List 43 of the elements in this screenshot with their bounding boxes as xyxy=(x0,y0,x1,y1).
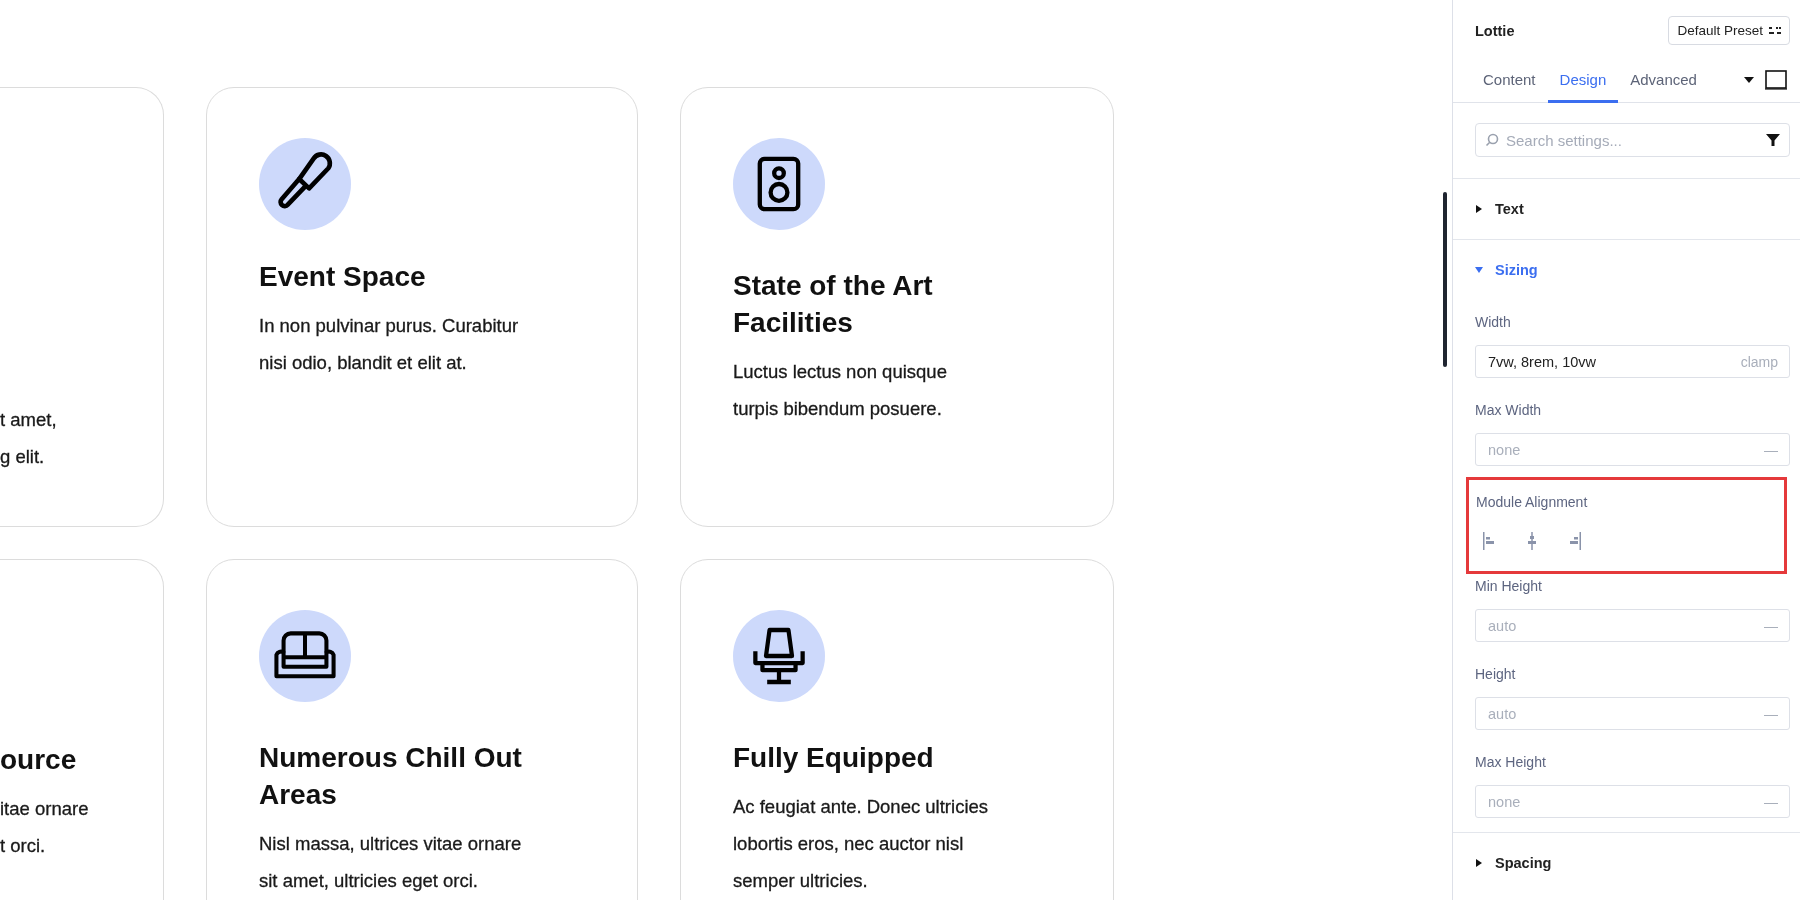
field-label: Max Height xyxy=(1475,754,1547,771)
preset-icon xyxy=(1769,25,1781,36)
field-label: Min Height xyxy=(1475,578,1543,595)
field-label: Width xyxy=(1475,314,1512,331)
caret-icon[interactable] xyxy=(1744,76,1754,83)
sofa-icon xyxy=(274,631,336,681)
card-description: In non pulvinar purus. Curabitur nisi odio, blandit et elit at. xyxy=(259,314,520,375)
search-icon xyxy=(1485,133,1499,147)
office-chair-icon xyxy=(753,625,805,687)
card-title: Numerous Chill Out Areas xyxy=(259,741,523,812)
speaker-icon xyxy=(755,155,803,213)
unit-label: — xyxy=(1764,793,1778,810)
card-description: Ac feugiat ante. Donec ultricies lobortis eros, nec auctor nisl semper ultricies. xyxy=(733,795,990,893)
caret-right-icon xyxy=(1475,859,1483,867)
panel-tab[interactable]: Design xyxy=(1547,57,1619,103)
card-description: t amet, g elit. xyxy=(0,408,58,469)
card-title: ource xyxy=(0,743,78,777)
card-title: Event Space xyxy=(259,260,427,294)
section-header[interactable]: Text xyxy=(1453,179,1800,239)
section-header[interactable]: Sizing xyxy=(1453,240,1800,300)
unit-label: clamp xyxy=(1740,353,1778,370)
field-label: Max Width xyxy=(1475,402,1543,419)
card-description: itae ornare t orci. xyxy=(0,797,90,858)
unit-label: — xyxy=(1764,617,1778,634)
square-icon[interactable] xyxy=(1764,69,1788,90)
search-field[interactable]: Search settings... xyxy=(1475,123,1790,157)
caret-right-icon xyxy=(1475,205,1483,213)
card-title: State of the Art Facilities xyxy=(733,269,934,340)
caret-down-icon xyxy=(1475,266,1483,274)
unit-label: — xyxy=(1764,705,1778,722)
card-description: Luctus lectus non quisque turpis bibendum posuere. xyxy=(733,360,948,421)
section-header[interactable]: Spacing xyxy=(1453,833,1800,893)
field-label: Height xyxy=(1475,666,1517,683)
panel-tab[interactable]: Advanced xyxy=(1618,57,1709,103)
field-label: Module Alignment xyxy=(1476,494,1589,511)
card-description: Nisl massa, ultrices vitae ornare sit amet, ultricies eget orci. xyxy=(259,832,523,893)
card-title: Fully Equipped xyxy=(733,741,935,775)
panel-title: Lottie xyxy=(1475,22,1515,39)
filter-icon[interactable] xyxy=(1766,133,1780,147)
panel-tab[interactable]: Content xyxy=(1471,57,1548,103)
unit-label: — xyxy=(1764,441,1778,458)
preset-button[interactable]: Default Preset xyxy=(1668,16,1790,45)
scrollbar[interactable] xyxy=(1443,192,1447,367)
